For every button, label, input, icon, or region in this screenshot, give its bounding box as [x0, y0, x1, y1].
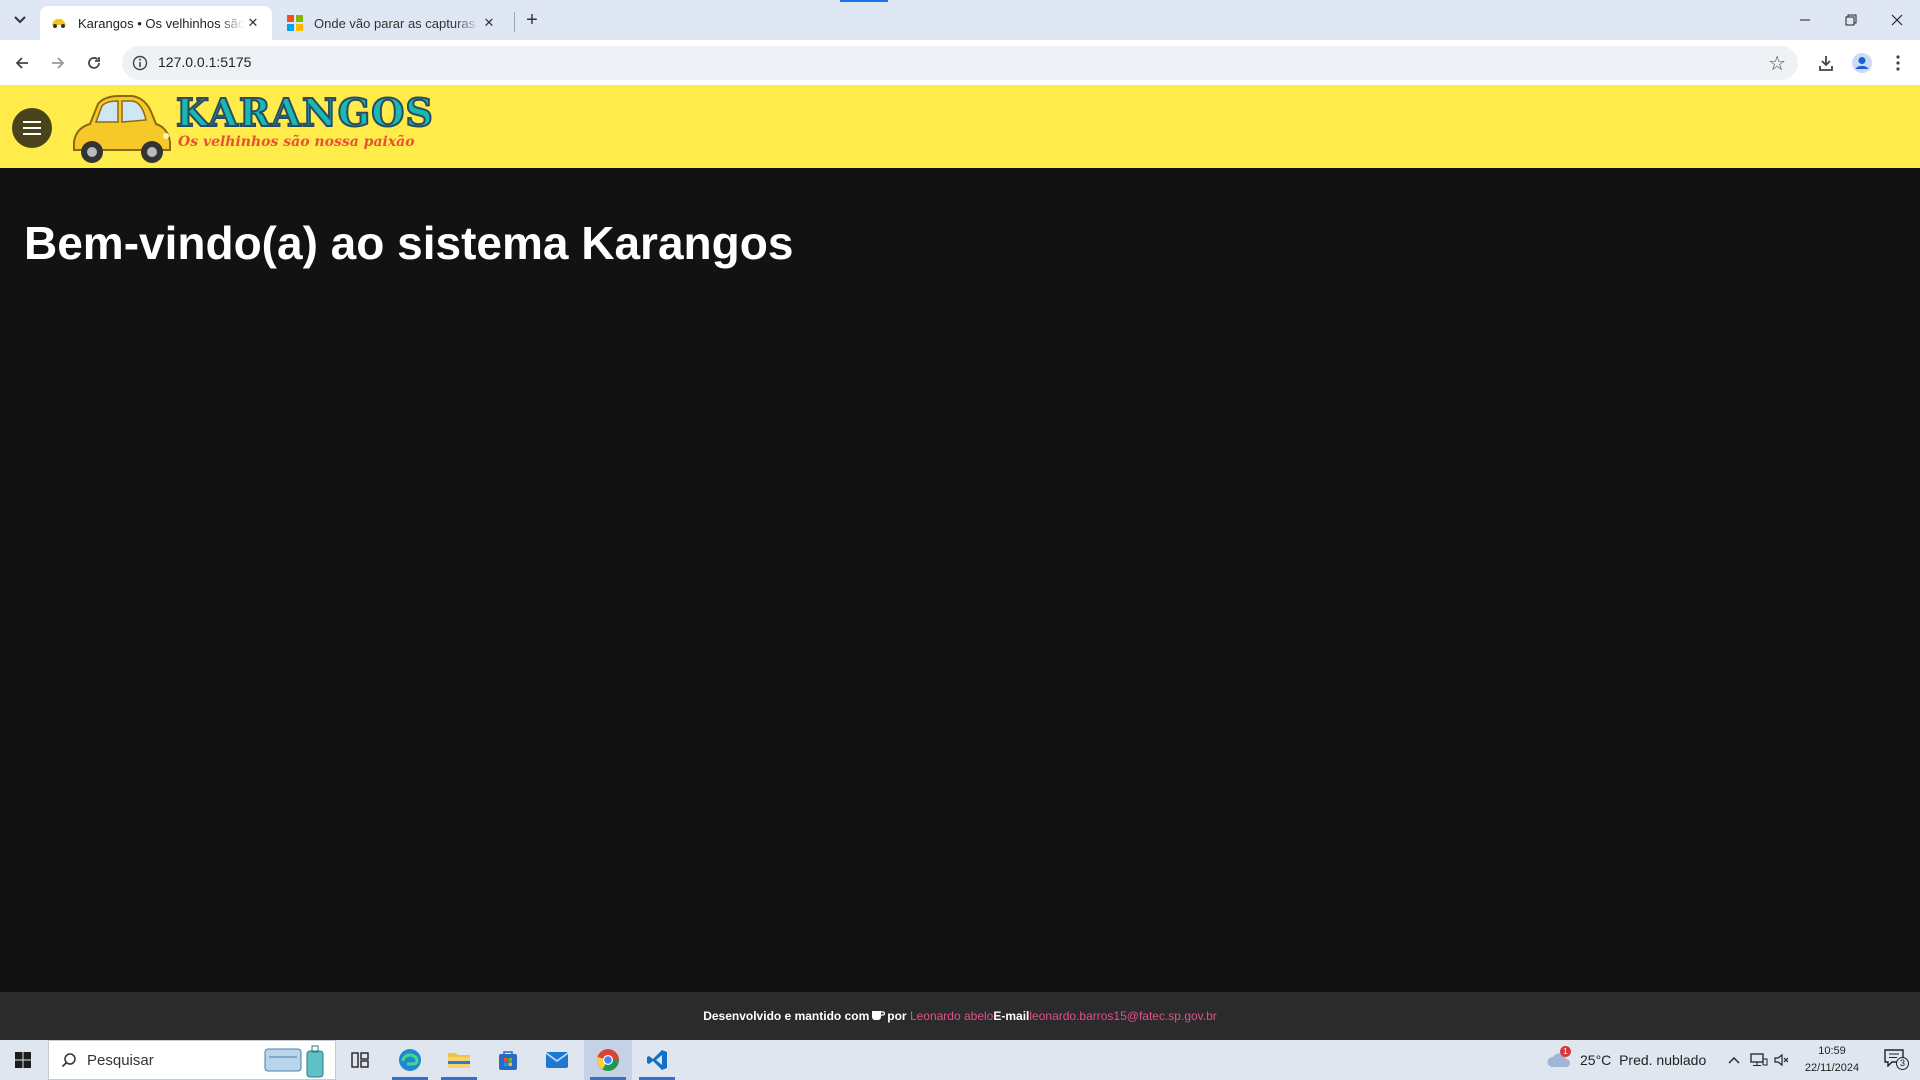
tab-search-button[interactable] [6, 8, 34, 32]
cloud-icon: 1 [1546, 1045, 1572, 1072]
close-icon [1891, 14, 1903, 26]
arrow-left-icon [15, 57, 28, 69]
chrome-icon [597, 1049, 619, 1071]
tab-title: Karangos • Os velhinhos são no [78, 15, 244, 31]
weather-badge: 1 [1560, 1045, 1571, 1057]
search-placeholder: Pesquisar [87, 1051, 154, 1069]
logo-car-image [73, 95, 171, 163]
task-view-icon [351, 1052, 369, 1068]
mail-button[interactable] [533, 1040, 581, 1080]
author-link[interactable]: Leonardo abelo [910, 1009, 993, 1023]
profile-button[interactable] [1848, 49, 1876, 77]
logo-text: KARANGOS [175, 89, 434, 136]
menu-button[interactable] [12, 108, 52, 148]
footer: Desenvolvido e mantido com por Leonardo … [0, 992, 1920, 1040]
vscode-icon [647, 1050, 667, 1070]
close-icon[interactable]: ✕ [244, 14, 262, 32]
weather-temp: 25°C [1580, 1052, 1612, 1068]
weather-widget[interactable]: 1 25°C Pred. nublado [1546, 1040, 1706, 1080]
network-button[interactable] [1750, 1040, 1768, 1080]
vscode-taskbar-button[interactable] [633, 1040, 681, 1080]
download-icon [1819, 56, 1833, 71]
car-favicon-icon [52, 19, 66, 28]
weather-desc: Pred. nublado [1619, 1052, 1707, 1068]
clock-date: 22/11/2024 [1804, 1062, 1860, 1074]
store-icon [499, 1051, 517, 1070]
chrome-taskbar-button[interactable] [584, 1040, 632, 1080]
new-tab-button[interactable]: + [520, 8, 544, 32]
windows-icon [15, 1052, 31, 1068]
footer-developed-text: Desenvolvido e mantido com [703, 1009, 870, 1023]
clock[interactable]: 10:59 22/11/2024 [1792, 1043, 1872, 1077]
notifications-button[interactable]: 3 [1874, 1040, 1914, 1080]
more-vertical-icon [1896, 55, 1900, 71]
page-title: Bem-vindo(a) ao sistema Karangos [24, 217, 794, 269]
search-icon [61, 1053, 76, 1068]
store-button[interactable] [484, 1040, 532, 1080]
restore-icon [1845, 14, 1857, 26]
top-indicator [840, 0, 888, 2]
app-header: KARANGOS Os velhinhos são nossa paixão [0, 86, 1920, 168]
volume-button[interactable] [1774, 1040, 1790, 1080]
tab-karangos[interactable]: Karangos • Os velhinhos são no ✕ [40, 6, 272, 40]
show-hidden-icons-button[interactable] [1728, 1040, 1740, 1080]
task-view-button[interactable] [336, 1040, 384, 1080]
tab-title: Onde vão parar as capturas con [314, 15, 480, 31]
taskbar-search[interactable]: Pesquisar [48, 1040, 336, 1080]
network-icon [1750, 1053, 1768, 1066]
file-explorer-button[interactable] [435, 1040, 483, 1080]
minimize-button[interactable] [1782, 0, 1828, 40]
address-bar[interactable]: 127.0.0.1:5175 ☆ [122, 46, 1798, 80]
main-content: Bem-vindo(a) ao sistema Karangos [0, 168, 1920, 992]
browser-menu-button[interactable] [1884, 49, 1912, 77]
info-icon[interactable] [130, 53, 150, 73]
taskbar: Pesquisar 1 25°C Pred. nublado 10:59 22/… [0, 1040, 1920, 1080]
downloads-button[interactable] [1812, 49, 1840, 77]
avatar-icon [1852, 53, 1872, 73]
email-link[interactable]: leonardo.barros15@fatec.sp.gov.br [1029, 1009, 1216, 1023]
volume-muted-icon [1774, 1053, 1789, 1067]
footer-by-text: por [887, 1009, 907, 1023]
logo-tagline: Os velhinhos são nossa paixão [178, 134, 415, 150]
folder-icon [448, 1053, 470, 1068]
footer-email-label: E-mail [993, 1009, 1030, 1023]
reload-button[interactable] [80, 49, 108, 77]
coffee-icon [871, 1008, 886, 1025]
close-icon[interactable]: ✕ [480, 14, 498, 32]
reload-icon [88, 57, 100, 69]
url-text[interactable]: 127.0.0.1:5175 [158, 54, 251, 70]
edge-taskbar-button[interactable] [386, 1040, 434, 1080]
chevron-down-icon [14, 16, 26, 24]
tab-strip: Karangos • Os velhinhos são no ✕ Onde vã… [0, 0, 1920, 40]
travel-highlight-icon [264, 1045, 324, 1078]
clock-time: 10:59 [1818, 1045, 1846, 1057]
notification-count: 3 [1896, 1056, 1909, 1070]
forward-button[interactable] [44, 49, 72, 77]
arrow-right-icon [52, 57, 65, 69]
microsoft-favicon-icon [287, 15, 303, 31]
minimize-icon [1800, 19, 1810, 21]
back-button[interactable] [8, 49, 36, 77]
hamburger-menu-icon [23, 121, 41, 135]
tab-capturas[interactable]: Onde vão parar as capturas con ✕ [276, 6, 508, 40]
edge-icon [399, 1049, 421, 1071]
tab-separator [514, 12, 515, 32]
close-window-button[interactable] [1874, 0, 1920, 40]
browser-toolbar: 127.0.0.1:5175 ☆ [0, 40, 1920, 86]
bookmark-star-icon[interactable]: ☆ [1768, 51, 1786, 76]
start-button[interactable] [0, 1040, 46, 1080]
notification-icon: 3 [1884, 1048, 1909, 1072]
chevron-up-icon [1728, 1057, 1740, 1064]
restore-button[interactable] [1828, 0, 1874, 40]
mail-icon [545, 1052, 569, 1068]
